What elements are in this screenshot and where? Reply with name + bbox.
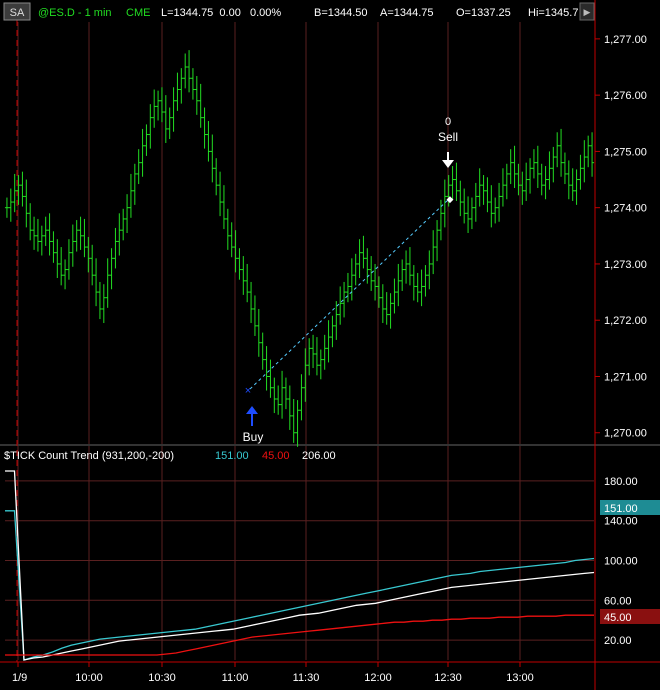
indicator-name[interactable]: $TICK Count Trend (931,200,-200): [4, 450, 174, 462]
price-tick-label: 1,274.00: [604, 203, 647, 215]
time-tick-label: 11:00: [222, 672, 249, 684]
indicator-value-cyan: 151.00: [215, 450, 249, 462]
time-tick-label: 13:00: [506, 672, 534, 684]
chart-canvas[interactable]: SA @ES.D - 1 min CME L=1344.75 0.00 0.00…: [0, 0, 660, 690]
price-tick-label: 1,270.00: [604, 428, 647, 440]
symbol-label[interactable]: @ES.D - 1 min: [38, 7, 112, 19]
exit-marker-icon: ◆: [447, 194, 454, 204]
time-tick-label: 10:30: [148, 672, 176, 684]
exchange-label: CME: [126, 7, 150, 19]
time-tick-label: 12:00: [364, 672, 392, 684]
header-scroll-icon: ▶: [584, 7, 591, 17]
price-tick-label: 1,277.00: [604, 34, 647, 46]
sell-label: Sell: [438, 130, 458, 144]
price-tick-label: 1,271.00: [604, 371, 647, 383]
sell-qty-label: 0: [445, 116, 451, 128]
indicator-value-white: 206.00: [302, 450, 336, 462]
bid-price: B=1344.50: [314, 7, 368, 19]
time-tick-label: 10:00: [75, 672, 103, 684]
time-tick-label: 1/9: [12, 672, 27, 684]
indicator-tick-label: 140.00: [604, 516, 638, 528]
indicator-value-red: 45.00: [262, 450, 290, 462]
ask-price: A=1344.75: [380, 7, 434, 19]
open-price: O=1337.25: [456, 7, 511, 19]
time-tick-label: 11:30: [293, 672, 320, 684]
tag-red: 45.00: [604, 612, 632, 624]
last-quote: L=1344.75 0.00 0.00%: [161, 7, 281, 19]
sa-button-label: SA: [10, 7, 25, 19]
time-tick-label: 12:30: [434, 672, 462, 684]
indicator-tick-label: 100.00: [604, 556, 638, 568]
high-price: Hi=1345.7: [528, 7, 578, 19]
indicator-tick-label: 20.00: [604, 635, 632, 647]
indicator-tick-label: 180.00: [604, 476, 638, 488]
price-tick-label: 1,275.00: [604, 146, 647, 158]
entry-marker-icon: ×: [245, 385, 251, 397]
price-tick-label: 1,276.00: [604, 90, 647, 102]
price-tick-label: 1,272.00: [604, 315, 647, 327]
price-tick-label: 1,273.00: [604, 259, 647, 271]
tag-cyan: 151.00: [604, 503, 638, 515]
buy-label: Buy: [243, 430, 264, 444]
indicator-tick-label: 60.00: [604, 595, 632, 607]
